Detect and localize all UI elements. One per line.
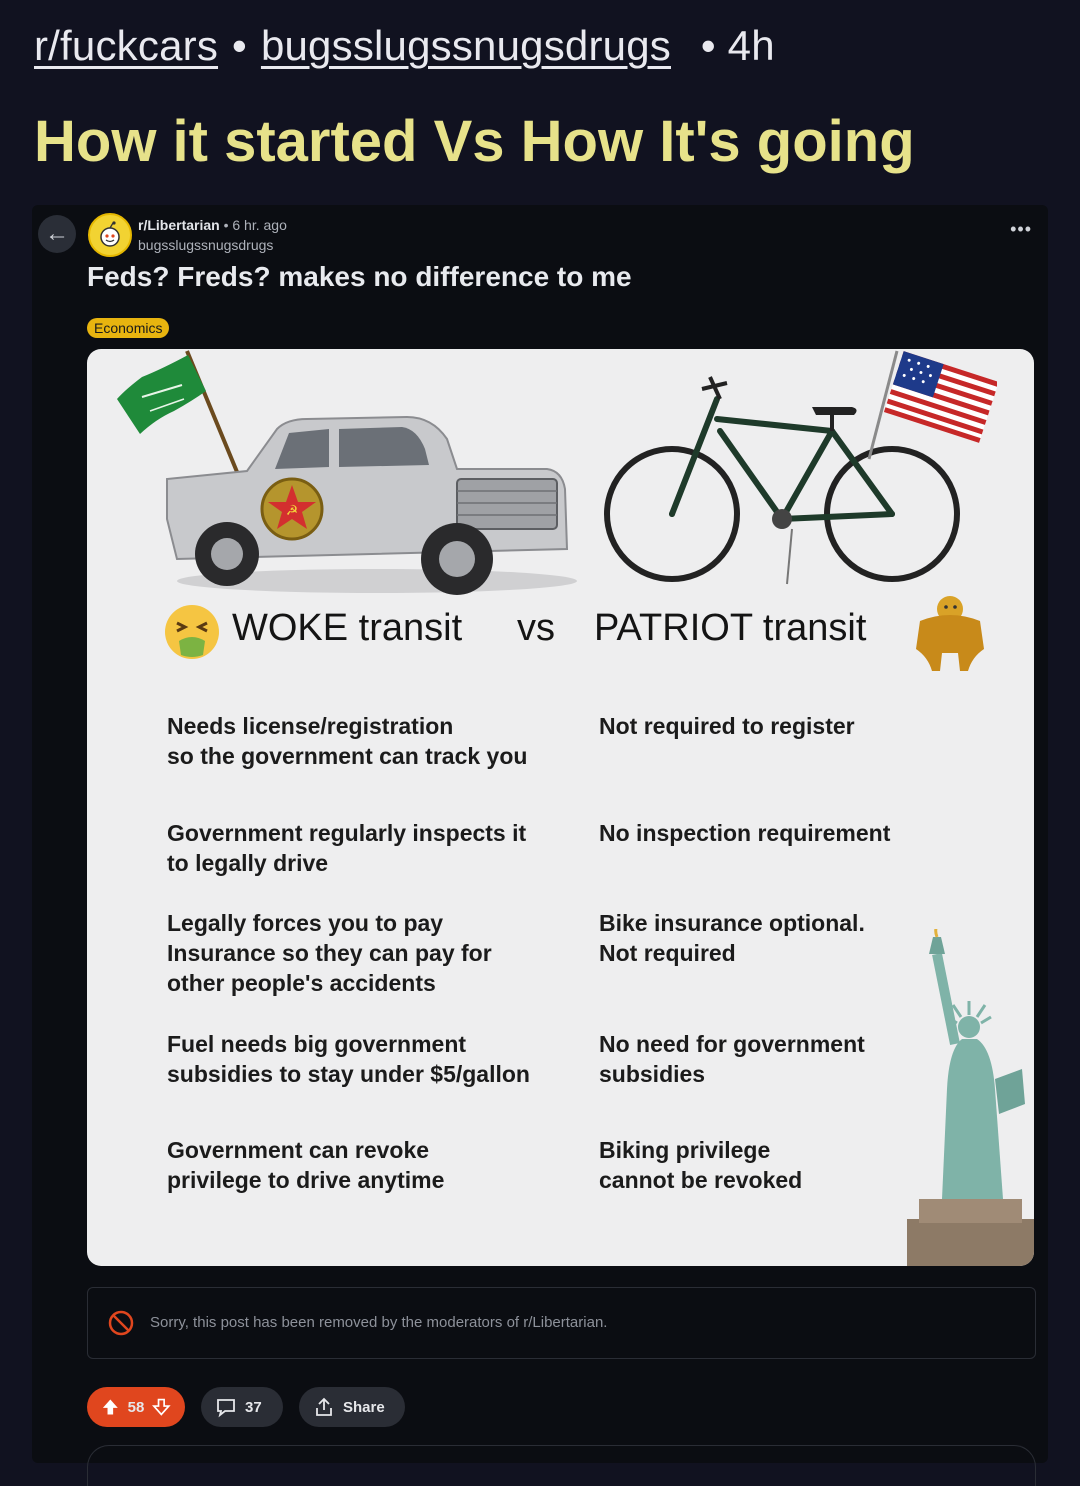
row3-left-text: Legally forces you to pay Insurance so t… [167, 910, 492, 996]
outer-post-time: • 4h [700, 22, 775, 69]
row2-left-text: Government regularly inspects it to lega… [167, 820, 527, 876]
row4-right-text: No need for government subsidies [599, 1031, 865, 1087]
comments-button[interactable]: 37 [201, 1387, 283, 1427]
statue-of-liberty-illustration [907, 929, 1034, 1266]
inner-post-time: • 6 hr. ago [223, 217, 287, 233]
woke-transit-heading: WOKE transit [232, 607, 463, 649]
outer-subreddit-link[interactable]: r/fuckcars [34, 22, 218, 69]
comment-bubble-icon [217, 1399, 235, 1418]
meta-separator: • [232, 22, 247, 69]
share-label: Share [343, 1398, 385, 1416]
snoo-icon [100, 221, 120, 247]
downvote-arrow-icon[interactable] [152, 1397, 171, 1417]
inner-post-title[interactable]: Feds? Freds? makes no difference to me [87, 261, 632, 293]
us-flag-illustration [867, 350, 997, 460]
row4-left-text: Fuel needs big government subsidies to s… [167, 1031, 530, 1087]
doge-swole-icon [916, 596, 984, 671]
removed-notice-text: Sorry, this post has been removed by the… [150, 1314, 608, 1331]
outer-username-link[interactable]: bugsslugssnugsdrugs [261, 22, 671, 69]
vote-count: 58 [127, 1398, 145, 1416]
prohibited-icon [108, 1310, 134, 1336]
outer-post-meta: r/fuckcars • bugsslugssnugsdrugs • 4h [34, 22, 775, 70]
row1-right-text: Not required to register [599, 713, 855, 739]
pickup-truck-illustration: ☭ [166, 415, 577, 595]
nauseated-face-icon [165, 605, 219, 659]
outer-post-title[interactable]: How it started Vs How It's going [34, 108, 915, 175]
comments-count: 37 [245, 1398, 262, 1416]
row5-left-text: Government can revoke privilege to drive… [167, 1137, 445, 1193]
patriot-transit-heading: PATRIOT transit [594, 607, 867, 649]
embedded-screenshot: ← r/Libertarian • 6 hr. ago bugsslugssnu… [32, 205, 1048, 1486]
vote-control: 58 [87, 1387, 185, 1427]
subreddit-avatar[interactable] [88, 213, 132, 257]
upvote-arrow-icon[interactable] [101, 1397, 120, 1417]
meme-heading: WOKE transit vs PATRIOT transit [87, 596, 1034, 671]
inner-post-meta: r/Libertarian • 6 hr. ago bugsslugssnugs… [138, 215, 287, 255]
row3-right-text: Bike insurance optional. Not required [599, 910, 865, 966]
row2-right-text: No inspection requirement [599, 820, 891, 846]
share-button[interactable]: Share [299, 1387, 405, 1427]
back-arrow-icon[interactable]: ← [38, 215, 76, 253]
share-icon [316, 1397, 332, 1416]
inner-author-link[interactable]: bugsslugssnugsdrugs [138, 235, 287, 255]
removed-notice: Sorry, this post has been removed by the… [87, 1287, 1036, 1359]
flair-badge[interactable]: Economics [87, 318, 170, 338]
svg-text:☭: ☭ [286, 503, 299, 519]
row1-left-text: Needs license/registration so the govern… [167, 713, 528, 769]
row5-right-text: Biking privilege cannot be revoked [599, 1137, 803, 1193]
comment-box[interactable] [87, 1445, 1036, 1486]
more-options-icon[interactable]: ••• [1010, 219, 1032, 240]
inner-subreddit-link[interactable]: r/Libertarian [138, 217, 220, 233]
meme-image[interactable]: ☭ WOKE transit vs PATRIOT transit Needs … [87, 349, 1034, 1266]
vs-label: vs [517, 607, 555, 649]
